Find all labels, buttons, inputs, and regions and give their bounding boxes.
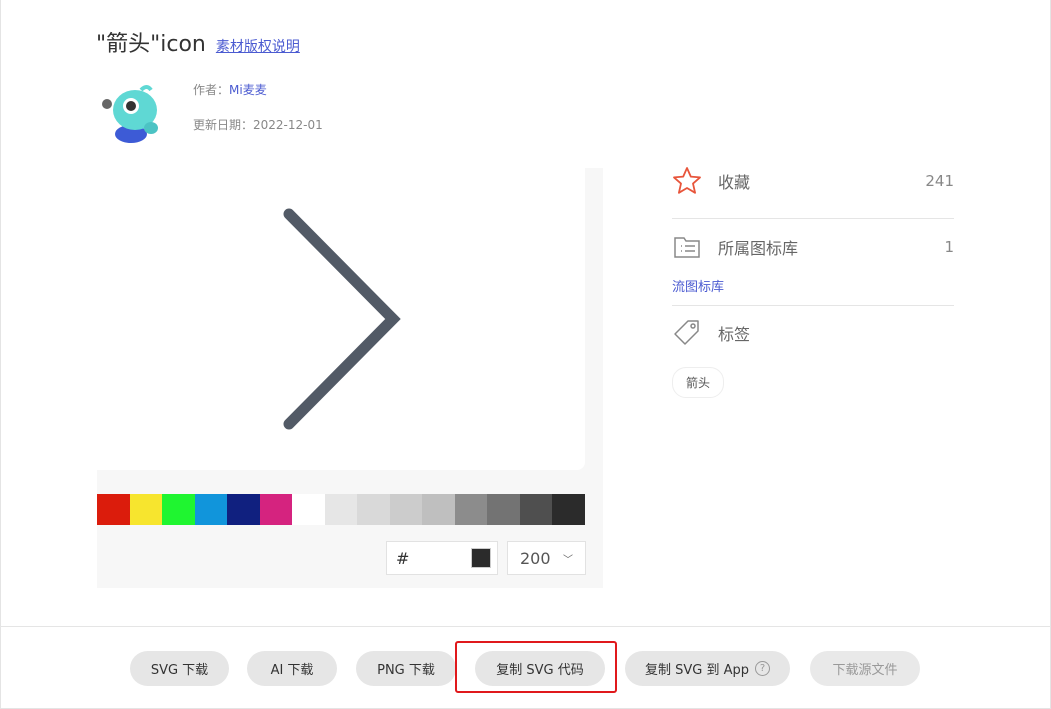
color-swatch[interactable] (422, 494, 455, 525)
author-link[interactable]: Mi麦麦 (229, 83, 267, 97)
copy-svg-to-app-button[interactable]: 复制 SVG 到 App ? (625, 651, 790, 686)
star-icon (673, 167, 701, 194)
color-swatch[interactable] (324, 494, 357, 525)
chevron-down-icon: ﹀ (563, 554, 573, 566)
divider (672, 305, 954, 306)
color-swatch[interactable] (194, 494, 227, 525)
chevron-right-icon (283, 208, 401, 430)
download-source-button[interactable]: 下载源文件 (810, 651, 920, 686)
library-row: 所属图标库 1 (672, 228, 954, 266)
author-line: 作者：Mi麦麦 (193, 83, 267, 97)
library-link[interactable]: 流图标库 (672, 280, 724, 295)
color-swatch[interactable] (552, 494, 585, 525)
update-date: 更新日期：2022-12-01 (193, 118, 323, 132)
folder-list-icon (674, 237, 700, 258)
color-swatch[interactable] (519, 494, 552, 525)
color-swatch[interactable] (129, 494, 162, 525)
tag-icon (674, 320, 699, 345)
tag-chip[interactable]: 箭头 (672, 367, 725, 398)
current-color-swatch[interactable] (471, 548, 491, 568)
color-swatch[interactable] (162, 494, 195, 525)
page-title: "箭头"icon (96, 32, 206, 57)
png-download-button[interactable]: PNG 下载 (356, 651, 456, 686)
size-select[interactable]: 200 ﹀ (507, 541, 586, 575)
tags-row: 标签 (672, 314, 954, 352)
color-swatch[interactable] (487, 494, 520, 525)
color-swatch[interactable] (227, 494, 260, 525)
sidebar: 收藏 241 所属图标库 1 流图标库 标签 箭头 (672, 162, 954, 398)
icon-preview-canvas (97, 168, 585, 470)
help-icon[interactable]: ? (755, 661, 770, 676)
color-swatch[interactable] (454, 494, 487, 525)
title-row: "箭头"icon 素材版权说明 (96, 26, 300, 58)
color-swatch[interactable] (389, 494, 422, 525)
preview-panel: # 200 ﹀ (97, 168, 603, 588)
copy-svg-code-button[interactable]: 复制 SVG 代码 (475, 651, 605, 686)
svg-download-button[interactable]: SVG 下载 (130, 651, 229, 686)
color-swatch[interactable] (292, 494, 325, 525)
avatar-mascot-icon (102, 85, 158, 143)
footer-divider (0, 626, 1051, 627)
tag-list: 箭头 (672, 367, 954, 398)
divider (672, 218, 954, 219)
hex-color-input[interactable]: # (386, 541, 498, 575)
color-swatch[interactable] (357, 494, 390, 525)
color-palette (97, 494, 585, 525)
avatar[interactable] (101, 82, 165, 146)
color-swatch[interactable] (97, 494, 130, 525)
ai-download-button[interactable]: AI 下载 (247, 651, 337, 686)
license-link[interactable]: 素材版权说明 (216, 36, 300, 56)
color-swatch[interactable] (259, 494, 292, 525)
favorite-row[interactable]: 收藏 241 (672, 162, 954, 200)
